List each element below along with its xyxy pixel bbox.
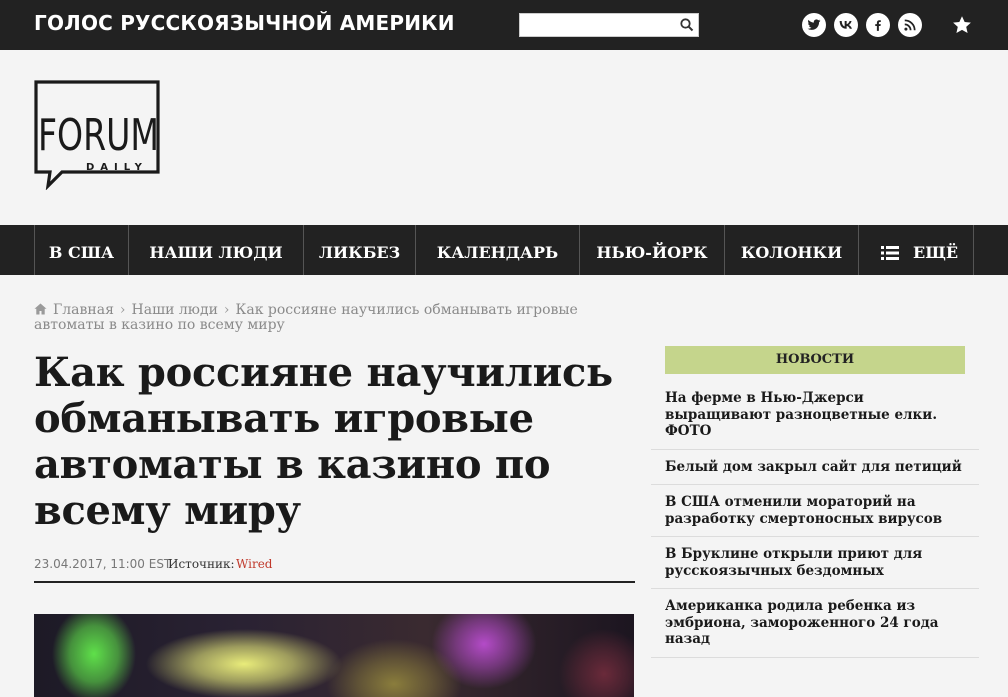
bookmark-button[interactable] (951, 14, 973, 36)
nav-item-columns[interactable]: КОЛОНКИ (724, 225, 858, 275)
vk-link[interactable] (834, 13, 858, 37)
breadcrumb-current: Как россияне научились обманывать игровы… (34, 302, 578, 333)
nav-more-button[interactable]: ЕЩЁ (858, 225, 974, 275)
breadcrumb-section-link[interactable]: Наши люди (132, 302, 218, 318)
news-list: На ферме в Нью-Джерси выращивают разноцв… (651, 381, 979, 658)
logo-wordmark: FORUM (38, 110, 159, 161)
logo-graphic: FORUM DAILY (34, 80, 160, 191)
news-title: В Бруклине открыли приют для русскоязычн… (665, 546, 923, 579)
article-datetime: 23.04.2017, 11:00 EST (34, 557, 172, 571)
list-icon (881, 246, 899, 260)
top-bar: ГОЛОС РУССКОЯЗЫЧНОЙ АМЕРИКИ (0, 0, 1008, 50)
news-title: Белый дом закрыл сайт для петиций (665, 458, 962, 475)
nav-item-our-people[interactable]: НАШИ ЛЮДИ (128, 225, 303, 275)
logo-subword: DAILY (86, 162, 148, 173)
news-item[interactable]: В Бруклине открыли приют для русскоязычн… (651, 537, 979, 589)
news-header: НОВОСТИ (665, 346, 965, 374)
source-link[interactable]: Wired (236, 557, 272, 571)
nav-item-calendar[interactable]: КАЛЕНДАРЬ (415, 225, 579, 275)
twitter-link[interactable] (802, 13, 826, 37)
vk-icon (839, 21, 852, 29)
nav-more-label: ЕЩЁ (913, 243, 959, 262)
site-slogan: ГОЛОС РУССКОЯЗЫЧНОЙ АМЕРИКИ (34, 11, 455, 35)
search-icon (680, 18, 694, 32)
article-image[interactable] (34, 614, 634, 697)
nav-item-likbez[interactable]: ЛИКБЕЗ (303, 225, 415, 275)
chevron-right-icon: › (223, 302, 230, 318)
rss-link[interactable] (898, 13, 922, 37)
chevron-right-icon: › (119, 302, 126, 318)
breadcrumb-home-link[interactable]: Главная (53, 302, 114, 318)
search-input[interactable] (520, 14, 674, 36)
news-item[interactable]: Белый дом закрыл сайт для петиций (651, 450, 979, 485)
facebook-icon (875, 20, 881, 31)
rss-icon (904, 19, 916, 31)
facebook-link[interactable] (866, 13, 890, 37)
news-title: В США отменили мораторий на разработку с… (665, 494, 943, 527)
nav-item-usa[interactable]: В США (34, 225, 128, 275)
news-item[interactable]: В США отменили мораторий на разработку с… (651, 485, 979, 537)
news-item[interactable]: Американка родила ребенка из эмбриона, з… (651, 589, 979, 658)
search-box (519, 13, 699, 37)
breadcrumb: Главная › Наши люди › Как россияне научились… (34, 303, 614, 333)
twitter-icon (807, 19, 821, 30)
home-icon (34, 303, 47, 315)
article-divider (34, 581, 635, 583)
main-nav: В США НАШИ ЛЮДИ ЛИКБЕЗ КАЛЕНДАРЬ НЬЮ-ЙОР… (0, 225, 1008, 275)
news-item[interactable]: На ферме в Нью-Джерси выращивают разноцв… (651, 381, 979, 450)
news-title: На ферме в Нью-Джерси выращивают разноцв… (665, 390, 938, 439)
forum-daily-logo[interactable]: FORUM DAILY (34, 80, 160, 191)
star-icon (953, 16, 971, 33)
news-title: Американка родила ребенка из эмбриона, з… (665, 598, 939, 647)
source-label: Источник: (168, 557, 235, 571)
nav-item-new-york[interactable]: НЬЮ-ЙОРК (579, 225, 724, 275)
search-button[interactable] (676, 16, 696, 34)
article-title: Как россияне научились обманывать игровы… (34, 349, 613, 534)
